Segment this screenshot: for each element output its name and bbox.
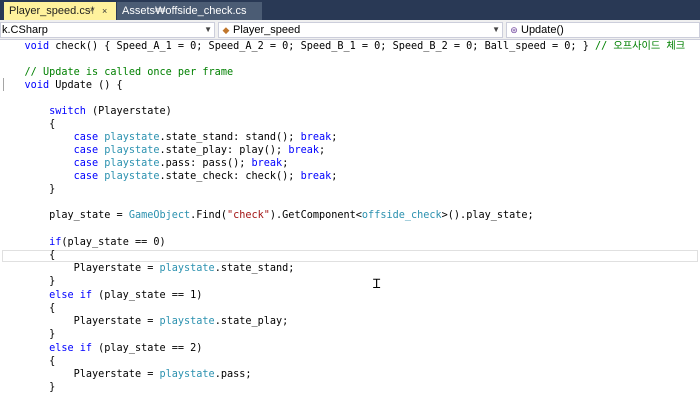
navigation-bar: k.CSharp ▼ ◆ Player_speed ▼ ⊛ Update() <box>0 20 700 40</box>
code-line: else if (play_state == 2) <box>49 343 203 354</box>
code-line: } <box>49 329 56 340</box>
pin-icon[interactable]: ⊣ <box>86 2 94 20</box>
code-line: if(play_state == 0) <box>49 237 166 248</box>
code-line: } <box>49 184 56 195</box>
code-line: Playerstate = playstate.pass; <box>73 369 252 380</box>
member-label: Update() <box>521 24 564 36</box>
code-line: case playstate.state_check: check(); bre… <box>73 171 338 182</box>
close-icon[interactable]: × <box>102 2 107 20</box>
code-line: else if (play_state == 1) <box>49 290 203 301</box>
tab-label: Assets₩offside_check.cs <box>122 5 247 17</box>
code-line: // Update is called once per frame <box>24 67 234 78</box>
tab-label: Player_speed.cs* <box>9 5 95 17</box>
code-line: void Update () { <box>24 80 123 91</box>
code-line: void check() { Speed_A_1 = 0; Speed_A_2 … <box>24 41 686 52</box>
code-line: case playstate.state_play: play(); break… <box>73 145 326 156</box>
class-dropdown[interactable]: ◆ Player_speed ▼ <box>218 22 503 38</box>
code-line: } <box>49 382 56 393</box>
code-editor[interactable]: void check() { Speed_A_1 = 0; Speed_A_2 … <box>0 40 700 404</box>
code-line: { <box>49 303 56 314</box>
code-line: case playstate.pass: pass(); break; <box>73 158 289 169</box>
project-label: k.CSharp <box>2 24 48 36</box>
chevron-down-icon: ▼ <box>204 25 212 34</box>
member-dropdown[interactable]: ⊛ Update() <box>506 22 700 38</box>
code-line: Playerstate = playstate.state_play; <box>73 316 289 327</box>
code-line: } <box>49 276 56 287</box>
code-line: case playstate.state_stand: stand(); bre… <box>73 132 338 143</box>
method-icon: ⊛ <box>510 25 518 35</box>
code-line: { <box>49 119 56 130</box>
text-cursor-icon: Ɪ <box>373 277 381 292</box>
code-line: switch (Playerstate) <box>49 106 172 117</box>
code-line: { <box>49 250 56 261</box>
class-label: Player_speed <box>233 24 301 36</box>
project-dropdown[interactable]: k.CSharp ▼ <box>0 22 215 38</box>
code-line: Playerstate = playstate.state_stand; <box>73 263 295 274</box>
chevron-down-icon: ▼ <box>492 25 500 34</box>
class-icon: ◆ <box>222 25 230 35</box>
document-tab-bar: Player_speed.cs* ⊣ × Assets₩offside_chec… <box>0 0 700 20</box>
tab-player-speed[interactable]: Player_speed.cs* ⊣ × <box>4 2 116 20</box>
tab-offside-check[interactable]: Assets₩offside_check.cs <box>117 2 262 20</box>
code-line: { <box>49 356 56 367</box>
code-line: play_state = GameObject.Find("check").Ge… <box>49 210 534 221</box>
